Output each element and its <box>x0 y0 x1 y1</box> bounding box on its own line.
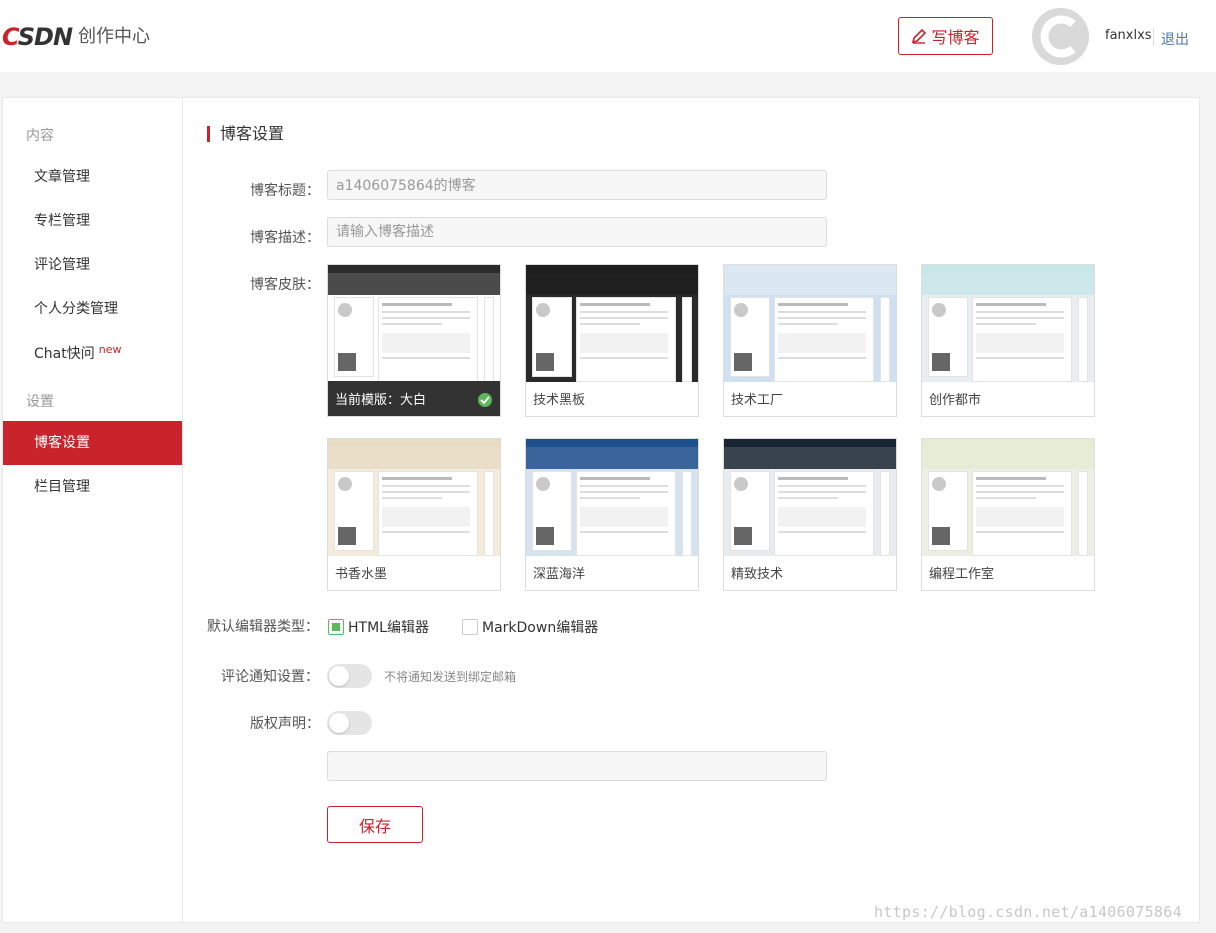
editor-html-option[interactable]: HTML编辑器 <box>328 617 429 637</box>
avatar-c-icon <box>1032 8 1089 65</box>
logo-mark: CSDN <box>2 23 73 51</box>
skin-thumbnail <box>724 265 896 382</box>
sidebar-item-chat[interactable]: Chat快问 new <box>3 332 182 376</box>
sidebar-item-label: 个人分类管理 <box>34 301 118 317</box>
skin-thumbnail <box>328 439 500 556</box>
main-panel: 内容 文章管理 专栏管理 评论管理 个人分类管理 Chat快问 new 设置 博客… <box>2 97 1200 923</box>
skin-name: 编程工作室 <box>929 567 995 582</box>
skin-card[interactable]: 技术黑板 <box>525 264 699 417</box>
editor-html-label: HTML编辑器 <box>348 620 429 636</box>
sidebar-group-settings: 设置 <box>26 394 54 410</box>
sidebar-item-articles[interactable]: 文章管理 <box>3 155 182 199</box>
username[interactable]: fanxlxs <box>1105 28 1152 43</box>
editor-md-option[interactable]: MarkDown编辑器 <box>462 617 598 637</box>
sidebar-item-categories[interactable]: 个人分类管理 <box>3 287 182 331</box>
write-blog-label: 写博客 <box>931 28 980 47</box>
save-button[interactable]: 保存 <box>327 806 423 843</box>
skin-card[interactable]: 书香水墨 <box>327 438 501 591</box>
write-blog-button[interactable]: 写博客 <box>898 17 993 55</box>
toggle-knob <box>329 713 349 733</box>
skin-thumbnail <box>328 265 500 382</box>
editor-type-label: 默认编辑器类型： <box>207 619 319 635</box>
sidebar-item-label: 栏目管理 <box>34 479 90 495</box>
skin-card[interactable]: 编程工作室 <box>921 438 1095 591</box>
blog-skin-label: 博客皮肤： <box>250 277 320 293</box>
watermark: https://blog.csdn.net/a1406075864 <box>874 903 1182 921</box>
blog-title-input[interactable] <box>327 170 827 200</box>
editor-md-checkbox[interactable] <box>462 619 478 635</box>
pencil-icon <box>912 28 927 44</box>
sidebar-item-column-manage[interactable]: 栏目管理 <box>3 465 182 509</box>
skin-card[interactable]: 创作都市 <box>921 264 1095 417</box>
new-badge: new <box>98 343 122 356</box>
copyright-toggle[interactable] <box>327 711 372 735</box>
copyright-label: 版权声明： <box>250 716 320 732</box>
page-title: 博客设置 <box>207 126 284 142</box>
blog-desc-label: 博客描述： <box>250 230 320 246</box>
sidebar-item-label: 博客设置 <box>34 435 90 451</box>
sidebar-item-label: 文章管理 <box>34 169 90 185</box>
skin-name: 当前模版：大白 <box>335 393 427 408</box>
top-header: CSDN 创作中心 写博客 fanxlxs 退出 <box>0 0 1216 72</box>
avatar[interactable] <box>1032 8 1089 65</box>
skin-card[interactable]: 当前模版：大白 <box>327 264 501 417</box>
skin-name: 精致技术 <box>731 567 784 582</box>
skin-card[interactable]: 深蓝海洋 <box>525 438 699 591</box>
comment-notify-label: 评论通知设置： <box>221 669 319 685</box>
skin-name: 书香水墨 <box>335 567 388 582</box>
toggle-knob <box>329 666 349 686</box>
skin-thumbnail <box>922 439 1094 556</box>
sidebar-item-blog-settings[interactable]: 博客设置 <box>3 421 182 465</box>
editor-html-checkbox[interactable] <box>328 619 344 635</box>
settings-content: 博客设置 博客标题： 博客描述： 博客皮肤： 当前模版：大白 技术黑板 技术工厂 创作… <box>184 98 1200 922</box>
copyright-input[interactable] <box>327 751 827 781</box>
skin-card[interactable]: 技术工厂 <box>723 264 897 417</box>
blog-title-label: 博客标题： <box>250 183 320 199</box>
logo-subtitle: 创作中心 <box>78 26 151 47</box>
skin-name: 技术工厂 <box>731 393 784 408</box>
divider <box>1153 28 1154 46</box>
skin-thumbnail <box>526 265 698 382</box>
check-icon <box>478 393 492 407</box>
sidebar: 内容 文章管理 专栏管理 评论管理 个人分类管理 Chat快问 new 设置 博客… <box>3 98 183 922</box>
csdn-logo[interactable]: CSDN 创作中心 <box>2 24 150 50</box>
skin-card[interactable]: 精致技术 <box>723 438 897 591</box>
sidebar-group-content: 内容 <box>26 128 54 144</box>
sidebar-item-columns[interactable]: 专栏管理 <box>3 199 182 243</box>
blog-desc-input[interactable] <box>327 217 827 247</box>
logout-link[interactable]: 退出 <box>1161 29 1189 49</box>
skin-thumbnail <box>526 439 698 556</box>
sidebar-item-label: Chat快问 <box>34 346 95 362</box>
skin-name: 创作都市 <box>929 393 982 408</box>
skin-name: 深蓝海洋 <box>533 567 586 582</box>
sidebar-item-label: 评论管理 <box>34 257 90 273</box>
editor-md-label: MarkDown编辑器 <box>482 620 599 636</box>
sidebar-item-comments[interactable]: 评论管理 <box>3 243 182 287</box>
skin-thumbnail <box>724 439 896 556</box>
skin-thumbnail <box>922 265 1094 382</box>
skin-name: 技术黑板 <box>533 393 586 408</box>
comment-notify-hint: 不将通知发送到绑定邮箱 <box>384 670 517 684</box>
comment-notify-toggle[interactable] <box>327 664 372 688</box>
sidebar-item-label: 专栏管理 <box>34 213 90 229</box>
